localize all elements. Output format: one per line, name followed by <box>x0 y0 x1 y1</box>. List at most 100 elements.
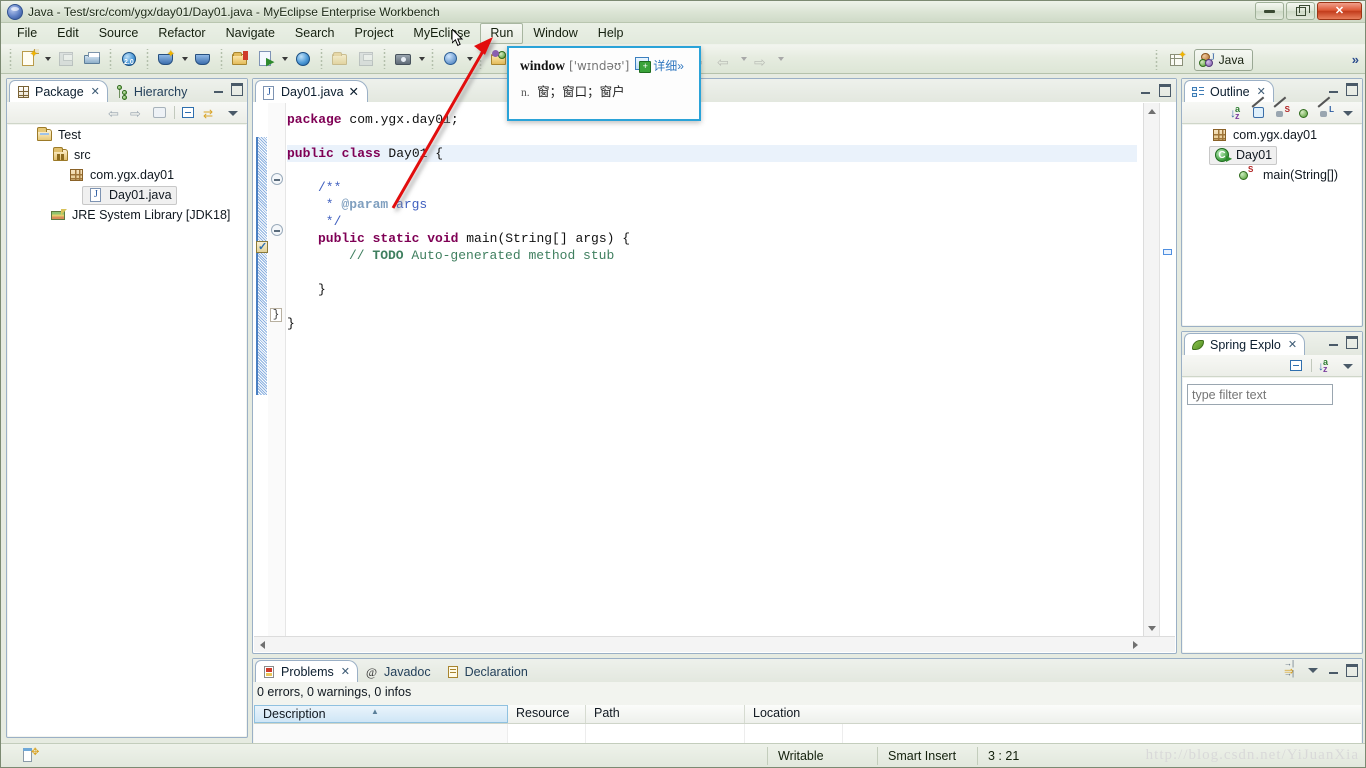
globe-icon[interactable] <box>291 47 315 71</box>
open-perspective-icon[interactable]: ✦ <box>1166 48 1190 72</box>
scroll-up-icon[interactable] <box>1144 103 1160 119</box>
toolbar-overflow-icon[interactable]: » <box>1352 52 1359 67</box>
tab-problems-close-icon[interactable]: ✕ <box>341 665 350 678</box>
menu-window[interactable]: Window <box>523 23 587 44</box>
collapse-all-icon[interactable] <box>1289 358 1305 374</box>
add-to-wordbook-icon[interactable] <box>635 57 652 73</box>
open-type-icon[interactable] <box>228 47 252 71</box>
back-dropdown-icon[interactable] <box>738 47 749 71</box>
maximize-icon[interactable] <box>1344 82 1359 96</box>
snapshot-dropdown-icon[interactable] <box>416 47 427 71</box>
collapse-all-icon[interactable] <box>181 105 197 121</box>
column-header-path[interactable]: Path <box>586 705 745 723</box>
hide-public-icon[interactable] <box>1296 105 1312 121</box>
scroll-left-icon[interactable] <box>254 637 270 652</box>
view-menu-icon[interactable] <box>225 105 241 121</box>
tab-javadoc[interactable]: @ Javadoc <box>358 660 439 682</box>
toolbar-grip-5[interactable] <box>318 49 325 69</box>
toolbar-grip-4[interactable] <box>218 49 225 69</box>
fold-marker-class-end[interactable]: } <box>270 308 282 322</box>
fold-marker-method[interactable] <box>271 224 283 236</box>
menu-source[interactable]: Source <box>89 23 149 44</box>
save-icon[interactable] <box>54 47 78 71</box>
hide-static-icon[interactable]: S <box>1273 96 1290 121</box>
code-editor[interactable]: ✓ } package com.ygx.day01; public class … <box>254 103 1175 652</box>
deploy-icon[interactable] <box>354 47 378 71</box>
tab-package-explorer[interactable]: Package ✕ <box>9 80 108 102</box>
outline-item-package[interactable]: com.ygx.day01 <box>1183 125 1361 145</box>
new-wizard-dropdown-icon[interactable] <box>42 47 53 71</box>
tab-hierarchy[interactable]: Hierarchy <box>108 80 196 102</box>
back-icon[interactable]: ⇦ <box>713 47 737 71</box>
menu-project[interactable]: Project <box>345 23 404 44</box>
outline-item-class[interactable]: C ▶ Day01 <box>1183 145 1361 165</box>
minimize-icon[interactable] <box>1326 82 1341 96</box>
forward-icon[interactable]: ⇨ <box>750 47 774 71</box>
fold-marker-javadoc[interactable] <box>271 173 283 185</box>
scroll-right-icon[interactable] <box>1127 637 1143 652</box>
collapse-up-icon[interactable] <box>152 105 168 121</box>
menu-refactor[interactable]: Refactor <box>148 23 215 44</box>
sort-icon[interactable]: ↓ a z <box>1230 104 1246 121</box>
tree-item-src[interactable]: src <box>8 145 246 165</box>
tab-spring-explorer[interactable]: Spring Explo ✕ <box>1184 333 1306 355</box>
dictionary-detail-link[interactable]: 详细» <box>653 57 684 74</box>
editor-tab-day01[interactable]: Day01.java ✕ <box>255 80 369 102</box>
hide-local-icon[interactable]: L <box>1317 96 1334 121</box>
run-configuration-icon[interactable]: ▶ <box>254 47 278 71</box>
spring-filter-input[interactable] <box>1187 384 1333 405</box>
minimize-icon[interactable] <box>1138 83 1153 97</box>
minimize-icon[interactable] <box>211 82 226 96</box>
tree-item-project[interactable]: Test <box>8 125 246 145</box>
column-header-resource[interactable]: Resource <box>508 705 586 723</box>
restore-button[interactable] <box>1286 2 1315 20</box>
toolbar-grip-6[interactable] <box>381 49 388 69</box>
run-as-icon[interactable]: ✦ <box>154 47 178 71</box>
debug-as-icon[interactable] <box>191 47 215 71</box>
editor-horizontal-scrollbar[interactable] <box>254 636 1175 652</box>
view-menu-icon[interactable] <box>1340 358 1356 374</box>
run-config-dropdown-icon[interactable] <box>279 47 290 71</box>
maximize-icon[interactable] <box>1344 663 1359 677</box>
toolbar-grip-11[interactable] <box>1152 50 1160 70</box>
menu-file[interactable]: File <box>7 23 47 44</box>
code-text[interactable]: package com.ygx.day01; public class Day0… <box>287 103 1137 636</box>
menu-help[interactable]: Help <box>588 23 634 44</box>
menu-myeclipse[interactable]: MyEclipse <box>403 23 480 44</box>
overview-ruler[interactable] <box>1159 103 1175 636</box>
tree-item-package[interactable]: com.ygx.day01 <box>8 165 246 185</box>
minimize-icon[interactable] <box>1326 335 1341 349</box>
menu-search[interactable]: Search <box>285 23 345 44</box>
link-with-editor-icon[interactable]: ⇄ <box>203 105 219 121</box>
maximize-icon[interactable] <box>229 82 244 96</box>
myeclipse-db-icon[interactable] <box>439 47 463 71</box>
tree-item-jre-library[interactable]: JRE System Library [JDK18] <box>8 205 246 225</box>
overview-marker[interactable] <box>1163 249 1172 255</box>
maximize-icon[interactable] <box>1344 335 1359 349</box>
outline-tree[interactable]: com.ygx.day01 C ▶ Day01 S main(String[]) <box>1183 125 1361 325</box>
tab-spring-close-icon[interactable]: ✕ <box>1288 338 1297 351</box>
tab-declaration[interactable]: Declaration <box>439 660 536 682</box>
toolbar-grip-3[interactable] <box>144 49 151 69</box>
publish-icon[interactable] <box>328 47 352 71</box>
outline-item-method[interactable]: S main(String[]) <box>1183 165 1361 185</box>
toolbar-grip[interactable] <box>7 49 14 69</box>
close-button[interactable]: ✕ <box>1317 2 1362 20</box>
folding-gutter[interactable]: } <box>268 103 286 636</box>
forward-dropdown-icon[interactable] <box>775 47 786 71</box>
menu-edit[interactable]: Edit <box>47 23 89 44</box>
toolbar-grip-7[interactable] <box>429 49 436 69</box>
forward-icon[interactable]: ⇨ <box>130 105 146 121</box>
sort-icon[interactable]: ↓ a z <box>1318 357 1334 374</box>
maximize-icon[interactable] <box>1157 83 1172 97</box>
menu-run[interactable]: Run <box>480 23 524 44</box>
toolbar-grip-2[interactable] <box>107 49 114 69</box>
minimize-icon[interactable] <box>1326 663 1341 677</box>
minimize-button[interactable] <box>1255 2 1284 20</box>
run-as-dropdown-icon[interactable] <box>179 47 190 71</box>
view-menu-icon[interactable] <box>1340 105 1356 121</box>
new-wizard-icon[interactable]: ✦ <box>17 47 41 71</box>
tab-outline-close-icon[interactable]: ✕ <box>1257 85 1266 98</box>
perspective-java-button[interactable]: J Java <box>1193 49 1253 71</box>
print-icon[interactable] <box>80 47 104 71</box>
